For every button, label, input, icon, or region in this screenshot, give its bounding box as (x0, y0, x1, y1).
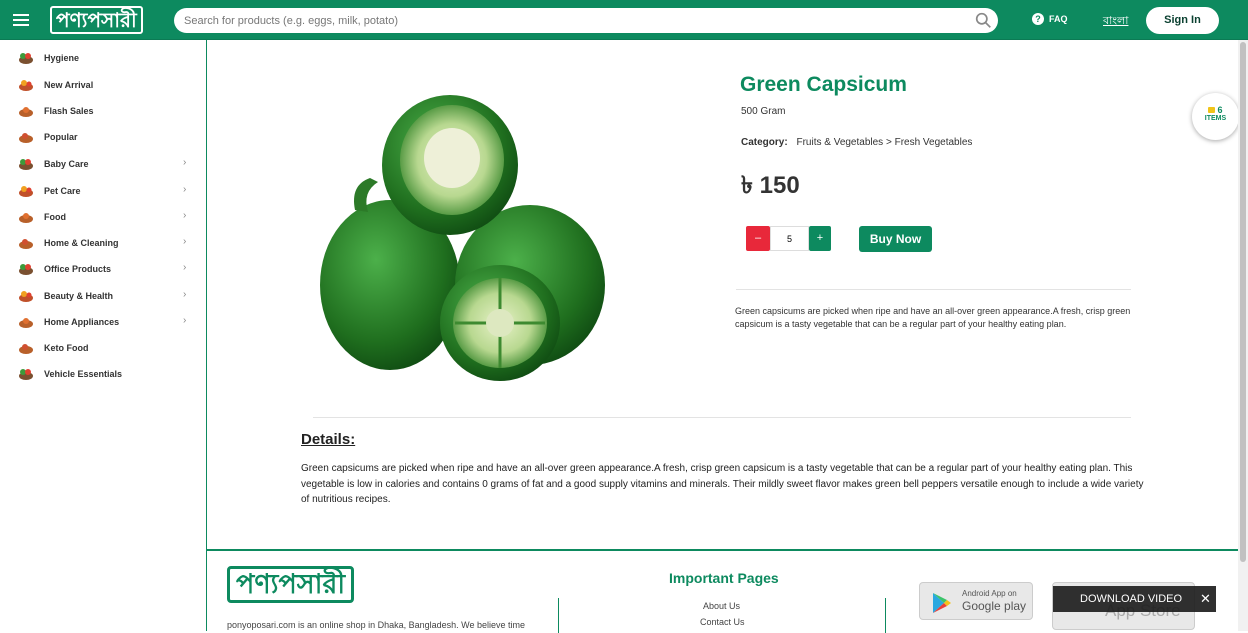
sidebar-item-home-cleaning[interactable]: Home & Cleaning › (0, 231, 206, 257)
chevron-right-icon: › (183, 210, 187, 221)
important-pages-title: Important Pages (669, 570, 779, 586)
footer-about-text: ponyoposari.com is an online shop in Dha… (227, 620, 526, 630)
category-basket-icon (19, 53, 33, 64)
chevron-right-icon: › (183, 289, 187, 300)
category-basket-icon (19, 80, 33, 91)
details-heading: Details: (301, 431, 356, 448)
quantity-decrease-button[interactable]: – (746, 226, 770, 251)
product-title: Green Capsicum (740, 73, 907, 96)
scrollbar-thumb[interactable] (1240, 42, 1246, 562)
sidebar-item-label: Hygiene (44, 53, 80, 63)
quantity-input[interactable] (770, 226, 809, 251)
close-icon[interactable]: ✕ (1200, 591, 1211, 607)
sidebar-item-food[interactable]: Food › (0, 205, 206, 231)
buy-now-button[interactable]: Buy Now (859, 226, 932, 252)
page-scrollbar[interactable] (1238, 40, 1248, 631)
sidebar-item-popular[interactable]: Popular (0, 125, 206, 151)
divider (313, 417, 1131, 418)
short-description: Green capsicums are picked when ripe and… (735, 306, 1131, 329)
sidebar-item-vehicle-essentials[interactable]: Vehicle Essentials (0, 362, 206, 388)
sidebar-item-beauty-health[interactable]: Beauty & Health › (0, 284, 206, 310)
sidebar-item-label: New Arrival (44, 80, 94, 90)
chevron-right-icon: › (183, 315, 187, 326)
sidebar-item-keto-food[interactable]: Keto Food (0, 336, 206, 362)
sidebar-item-label: Vehicle Essentials (44, 369, 123, 379)
download-video-overlay[interactable]: DOWNLOAD VIDEO ✕ (1053, 586, 1216, 612)
site-logo[interactable]: পণ্যপসারী (50, 6, 143, 34)
category-basket-icon (19, 344, 33, 354)
sidebar-item-label: Office Products (44, 264, 112, 274)
google-play-icon (933, 593, 951, 613)
sidebar-item-hygiene[interactable]: Hygiene (0, 46, 206, 72)
sidebar-item-flash-sales[interactable]: Flash Sales (0, 99, 206, 125)
footer: পণ্যপসারী ponyoposari.com is an online s… (207, 549, 1238, 633)
sidebar-item-label: Beauty & Health (44, 291, 114, 301)
chevron-right-icon: › (183, 157, 187, 168)
google-play-label: Google play (962, 599, 1027, 613)
search-input[interactable] (184, 11, 964, 30)
sidebar-item-label: Flash Sales (44, 106, 94, 116)
category-basket-icon (19, 107, 33, 117)
product-weight: 500 Gram (741, 106, 786, 117)
sidebar-item-new-arrival[interactable]: New Arrival (0, 73, 206, 99)
footer-logo[interactable]: পণ্যপসারী (227, 566, 355, 604)
question-icon: ? (1032, 13, 1044, 25)
sidebar-item-label: Food (44, 212, 66, 222)
sidebar-item-label: Popular (44, 132, 78, 142)
sidebar-item-label: Pet Care (44, 186, 81, 196)
chevron-right-icon: › (183, 184, 187, 195)
category-basket-icon (19, 318, 33, 328)
search-bar (174, 8, 998, 33)
google-play-badge[interactable]: Android App on Google play (919, 582, 1033, 620)
sidebar-item-label: Baby Care (44, 159, 89, 169)
chevron-right-icon: › (183, 262, 187, 273)
category-basket-icon (19, 369, 33, 380)
hamburger-menu-icon[interactable] (13, 11, 29, 29)
category-basket-icon (19, 291, 33, 302)
footer-link-contact-us[interactable]: Contact Us (700, 617, 745, 627)
sidebar-item-label: Home & Cleaning (44, 238, 119, 248)
category-basket-icon (19, 264, 33, 275)
chevron-right-icon: › (183, 236, 187, 247)
sidebar-item-label: Home Appliances (44, 317, 120, 327)
sidebar-item-label: Keto Food (44, 343, 89, 353)
cart-bubble[interactable]: 6 ITEMS (1192, 93, 1239, 140)
product-image (320, 95, 605, 381)
category-basket-icon (19, 213, 33, 223)
footer-divider (885, 598, 886, 633)
sidebar-item-home-appliances[interactable]: Home Appliances › (0, 310, 206, 336)
footer-divider (558, 598, 559, 633)
footer-link-about-us[interactable]: About Us (703, 601, 740, 611)
cart-count: 6 (1192, 105, 1239, 115)
category-sidebar: Hygiene New Arrival Flash Sales Popular … (0, 40, 207, 631)
category-basket-icon (19, 133, 33, 143)
faq-label: FAQ (1049, 14, 1068, 24)
language-switch[interactable]: বাংলা (1103, 12, 1128, 31)
faq-link[interactable]: ? FAQ (1032, 13, 1068, 25)
sign-in-button[interactable]: Sign In (1146, 7, 1219, 34)
google-play-small-label: Android App on (962, 589, 1017, 598)
cart-items-label: ITEMS (1204, 115, 1227, 122)
divider (736, 289, 1131, 290)
category-basket-icon (19, 186, 33, 197)
download-video-label: DOWNLOAD VIDEO (1080, 593, 1183, 605)
search-icon[interactable] (975, 12, 992, 29)
sidebar-item-pet-care[interactable]: Pet Care › (0, 179, 206, 205)
category-label: Category: (741, 137, 788, 148)
category-path[interactable]: Fruits & Vegetables > Fresh Vegetables (796, 137, 972, 148)
product-price: ৳ 150 (741, 172, 800, 199)
category-basket-icon (19, 159, 33, 170)
sidebar-item-baby-care[interactable]: Baby Care › (0, 152, 206, 178)
details-text: Green capsicums are picked when ripe and… (301, 463, 1144, 505)
top-header: পণ্যপসারী ? FAQ বাংলা Sign In (0, 0, 1248, 40)
quantity-increase-button[interactable]: + (809, 226, 831, 251)
category-basket-icon (19, 239, 33, 249)
product-category: Category: Fruits & Vegetables > Fresh Ve… (741, 137, 972, 148)
sidebar-item-office-products[interactable]: Office Products › (0, 257, 206, 283)
